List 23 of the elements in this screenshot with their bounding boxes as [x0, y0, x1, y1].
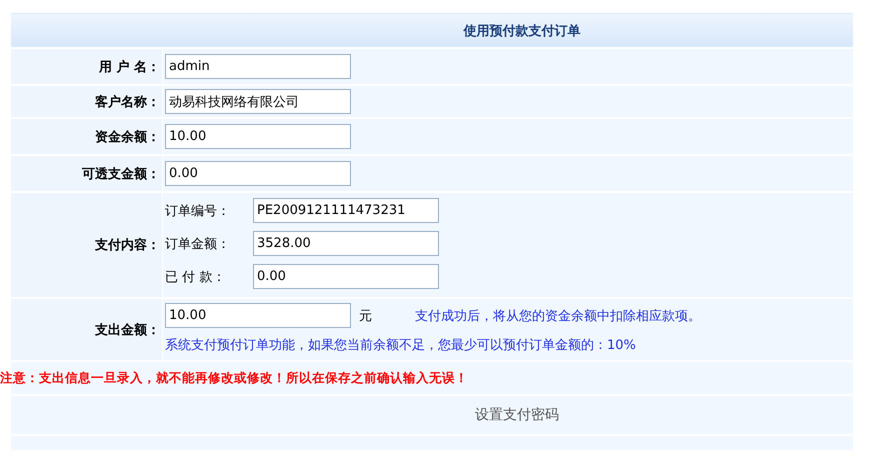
input-field[interactable]: 3528.00	[253, 231, 439, 256]
field-label: 支付内容：	[95, 236, 160, 254]
form-title: 使用预付款支付订单	[464, 22, 580, 40]
field-label: 客户名称：	[95, 94, 160, 110]
input-field[interactable]: admin	[165, 54, 351, 79]
field-label: 订单编号：	[165, 202, 231, 220]
input-field[interactable]: 0.00	[165, 161, 351, 186]
field-label: 资金余额：	[95, 128, 160, 146]
input-field[interactable]: 动易科技网络有限公司	[165, 89, 351, 114]
field-label: 订单金额：	[165, 236, 231, 252]
input-field[interactable]: 0.00	[253, 264, 439, 289]
field-label: 已 付 款：	[165, 268, 226, 286]
warning-text: 注意：支出信息一旦录入，就不能再修改或修改！所以在保存之前确认输入无误！	[0, 370, 468, 386]
field-label: 可透支金额：	[82, 166, 160, 182]
hint-text: 系统支付预付订单功能，如果您当前余额不足，您最少可以预付订单金额的：10%	[165, 337, 637, 354]
unit-label: 元	[359, 308, 373, 324]
field-label: 用 户 名：	[98, 58, 160, 76]
input-field[interactable]: 10.00	[165, 124, 351, 149]
note-text: 支付成功后，将从您的资金余额中扣除相应款项。	[415, 308, 701, 324]
set-password-link[interactable]: 设置支付密码	[475, 406, 559, 424]
input-field[interactable]: 10.00	[165, 303, 351, 328]
input-field[interactable]: PE2009121111473231	[253, 198, 439, 223]
field-label: 支出金额：	[95, 322, 160, 338]
